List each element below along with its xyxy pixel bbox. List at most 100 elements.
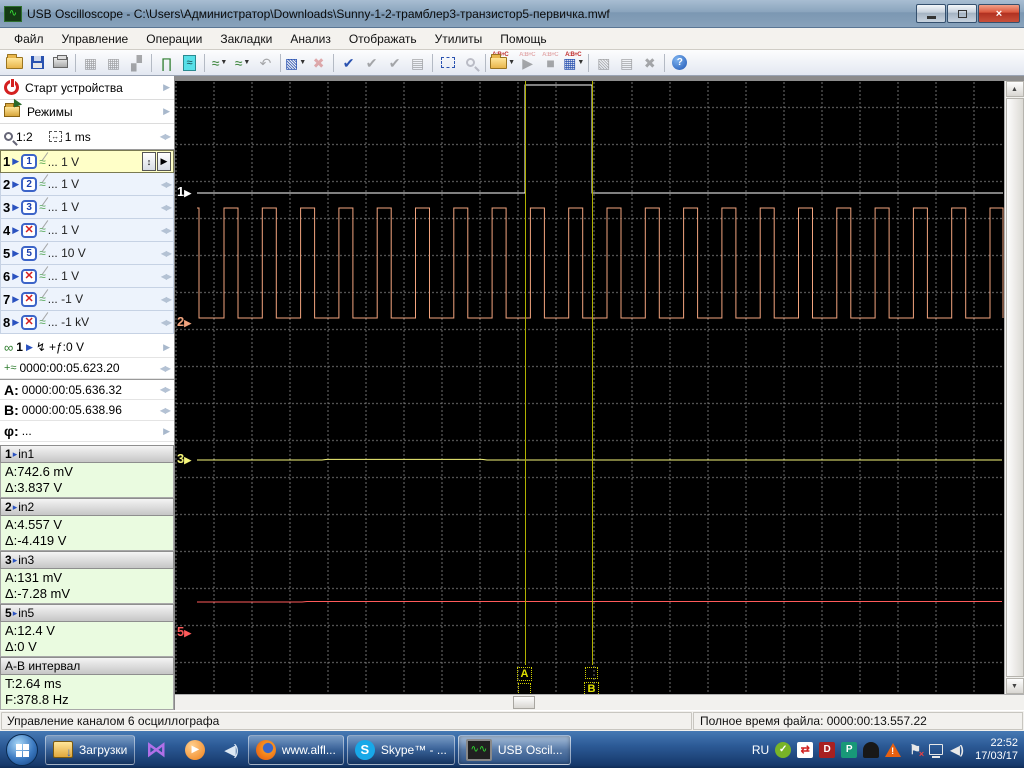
channel-5-zero-marker[interactable]: 5▶ [177, 624, 191, 639]
apply-down-2-button[interactable]: ✔ [383, 52, 406, 74]
impulse-view-button[interactable]: ∏ [155, 52, 178, 74]
taskbar-skype-button[interactable]: SSkype™ - ... [347, 735, 455, 765]
oscillogram-canvas[interactable]: 1▶ 2▶ 3▶ 5▶ A B [175, 81, 1004, 694]
save-file-button[interactable] [26, 52, 49, 74]
expand-arrow-icon[interactable]: ▶ [163, 106, 170, 117]
channel-4-chip-icon[interactable]: ✕ [21, 223, 37, 238]
edit-waveform-button[interactable]: ≈ [178, 52, 201, 74]
expand-arrow-icon[interactable]: ▶ [163, 426, 170, 437]
time-spinner[interactable]: ◀▶ [160, 364, 170, 373]
channel-1-scale[interactable]: ... 1 V [48, 155, 79, 169]
scroll-up-icon[interactable]: ▲ [1006, 81, 1024, 97]
channel-2-zero-marker[interactable]: 2▶ [177, 314, 191, 329]
network-icon[interactable] [929, 744, 943, 755]
cursor-b-time[interactable]: 0000:00:05.638.96 [22, 403, 122, 417]
measure-mode-2-button[interactable]: ≈▼ [231, 52, 254, 74]
channel-7-spinner[interactable]: ◀▶ [161, 295, 171, 304]
print-button[interactable] [49, 52, 72, 74]
channel-row-2[interactable]: 2▶ 2 ≈ ... 1 V ◀▶ [0, 173, 174, 196]
menu-help[interactable]: Помощь [492, 30, 554, 48]
chart-extra-button[interactable]: ▧ [592, 52, 615, 74]
channel-1-chip-icon[interactable]: 1 [21, 154, 37, 169]
cursor-b-spinner[interactable]: ◀▶ [160, 406, 170, 415]
channel-1-zero-marker[interactable]: 1▶ [177, 184, 191, 199]
chart-overlay-button[interactable]: ▧▼ [284, 52, 307, 74]
vertical-scrollbar[interactable]: ▲ ▼ [1004, 81, 1024, 694]
cursor-a-handle[interactable] [518, 683, 531, 694]
taskbar-volume-app-button[interactable]: ◀) [216, 735, 245, 765]
volume-icon[interactable]: ◀) [949, 742, 965, 758]
modes-button[interactable]: Режимы ▶ [0, 100, 174, 124]
current-time-value[interactable]: 0000:00:05.623.20 [19, 361, 119, 375]
delete-fragment-button[interactable]: ✖ [307, 52, 330, 74]
open-file-button[interactable] [3, 52, 26, 74]
channel-5-scale[interactable]: ... 10 V [48, 246, 86, 260]
menu-utilities[interactable]: Утилиты [427, 30, 491, 48]
cursor-b-label[interactable]: B [584, 682, 599, 694]
save-fragment-2-button[interactable]: ▦ [102, 52, 125, 74]
channel-2-chip-icon[interactable]: 2 [21, 177, 37, 192]
search-fragment-button[interactable] [459, 52, 482, 74]
taskbar-downloads-button[interactable]: Загрузки [45, 735, 135, 765]
apply-down-1-button[interactable]: ✔ [360, 52, 383, 74]
channel-8-scale[interactable]: ... -1 kV [48, 315, 89, 329]
channel-6-scale[interactable]: ... 1 V [48, 269, 79, 283]
taskbar-mediaplayer-button[interactable]: ▶ [177, 735, 213, 765]
abc-stop-button[interactable]: A:B+C■ [539, 52, 562, 74]
channel-8-spinner[interactable]: ◀▶ [161, 318, 171, 327]
scroll-down-icon[interactable]: ▼ [1006, 678, 1024, 694]
cursor-a-line[interactable] [525, 81, 526, 665]
menu-control[interactable]: Управление [54, 30, 137, 48]
report-button[interactable]: ▤ [406, 52, 429, 74]
channel-4-scale[interactable]: ... 1 V [48, 223, 79, 237]
abc-play-button[interactable]: A:B+C▶ [516, 52, 539, 74]
channel-row-1[interactable]: 1▶ 1 ≈ ... 1 V ↕▶ [0, 150, 174, 173]
expand-arrow-icon[interactable]: ▶ [163, 82, 170, 93]
taskbar-firefox-button[interactable]: www.alfl... [248, 735, 344, 765]
vertical-scroll-thumb[interactable] [1006, 98, 1024, 677]
channel-5-chip-icon[interactable]: 5 [21, 246, 37, 261]
zoom-scale[interactable]: 1:2 [16, 130, 33, 144]
undo-button[interactable]: ↶ [254, 52, 277, 74]
measure-mode-1-button[interactable]: ≈▼ [208, 52, 231, 74]
cursor-b-line[interactable] [592, 81, 593, 665]
abc-open-button[interactable]: A:B+C▼ [489, 52, 516, 74]
menu-operations[interactable]: Операции [138, 30, 210, 48]
cursor-a-label[interactable]: A [517, 667, 532, 681]
channel-4-spinner[interactable]: ◀▶ [161, 226, 171, 235]
trigger-row[interactable]: ∞ 1▶ ↯ +ƒ:0 V ▶ [0, 337, 174, 358]
channel-2-spinner[interactable]: ◀▶ [161, 180, 171, 189]
trigger-level[interactable]: 0 V [66, 340, 84, 354]
help-button[interactable]: ? [668, 52, 691, 74]
satellite-icon[interactable] [863, 742, 879, 758]
shield-icon[interactable]: P [841, 742, 857, 758]
channel-3-scale[interactable]: ... 1 V [48, 200, 79, 214]
channel-3-chip-icon[interactable]: 3 [21, 200, 37, 215]
menu-display[interactable]: Отображать [341, 30, 425, 48]
channel-row-6[interactable]: 6▶ ✕ ≈ ... 1 V ◀▶ [0, 265, 174, 288]
cursor-a-row[interactable]: A: 0000:00:05.636.32 ◀▶ [0, 379, 174, 400]
cursor-a-time[interactable]: 0000:00:05.636.32 [22, 383, 122, 397]
horizontal-scroll-thumb[interactable] [513, 696, 535, 709]
delete-extra-button[interactable]: ✖ [638, 52, 661, 74]
channel-2-scale[interactable]: ... 1 V [48, 177, 79, 191]
start-device-button[interactable]: Старт устройства ▶ [0, 76, 174, 100]
phase-row[interactable]: φ: ... ▶ [0, 421, 174, 442]
channel-6-spinner[interactable]: ◀▶ [161, 272, 171, 281]
taskbar-clock[interactable]: 22:52 17/03/17 [975, 737, 1018, 763]
abc-panel-button[interactable]: A:B+C▦▼ [562, 52, 585, 74]
process-tools-button[interactable]: ▞ [125, 52, 148, 74]
channel-6-chip-icon[interactable]: ✕ [21, 269, 37, 284]
language-indicator[interactable]: RU [752, 743, 769, 757]
sync-icon[interactable]: ⇄ [797, 742, 813, 758]
channel-3-spinner[interactable]: ◀▶ [161, 203, 171, 212]
menu-bookmarks[interactable]: Закладки [212, 30, 280, 48]
expand-arrow-icon[interactable]: ▶ [163, 342, 170, 353]
report-extra-button[interactable]: ▤ [615, 52, 638, 74]
alert-icon[interactable]: ! [885, 743, 901, 757]
current-time-row[interactable]: +≈ 0000:00:05.623.20 ◀▶ [0, 358, 174, 379]
action-center-flag-icon[interactable]: ⚑× [907, 742, 923, 758]
zoom-spinner[interactable]: ◀▶ [160, 132, 170, 141]
channel-3-zero-marker[interactable]: 3▶ [177, 451, 191, 466]
selection-box-button[interactable] [436, 52, 459, 74]
